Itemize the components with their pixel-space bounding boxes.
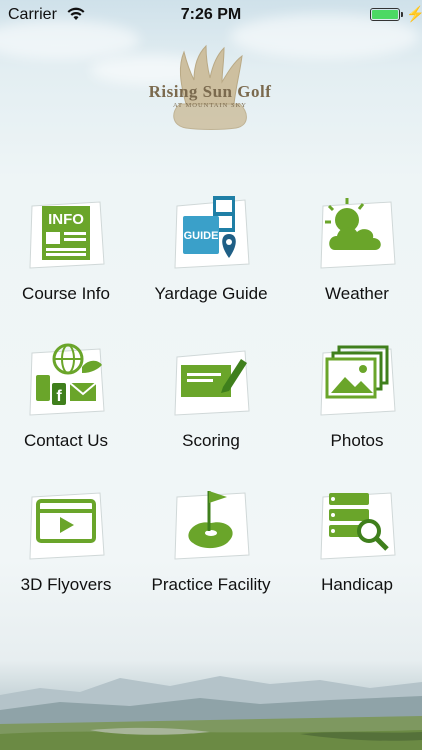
battery-icon: [370, 8, 400, 21]
weather-icon: [320, 198, 396, 269]
photos-icon: [320, 345, 396, 416]
menu-item-3d-flyovers[interactable]: 3D Flyovers: [0, 483, 136, 603]
info-icon: INFO: [29, 201, 105, 269]
menu-label-yardage-guide: Yardage Guide: [154, 284, 268, 303]
logo-subtitle: AT MOUNTAIN SKY: [173, 102, 247, 109]
app-screen: Carrier 7:26 PM ⚡ Rising Sun Golf AT MOU…: [0, 0, 422, 750]
menu-item-weather[interactable]: Weather: [287, 192, 422, 312]
menu-item-yardage-guide[interactable]: GUIDE Yardage Guide: [141, 192, 281, 312]
menu-item-contact-us[interactable]: f Contact Us: [0, 339, 136, 459]
menu-label-practice-facility: Practice Facility: [151, 575, 271, 594]
info-icon-text: INFO: [48, 211, 84, 228]
menu-item-course-info[interactable]: INFO Course Info: [0, 192, 136, 312]
contact-icon: f: [29, 343, 105, 416]
menu-label-3d-flyovers: 3D Flyovers: [20, 575, 112, 594]
svg-text:f: f: [56, 388, 62, 405]
battery-tip: [401, 12, 403, 17]
logo-title: Rising Sun Golf: [148, 82, 272, 101]
menu-label-course-info: Course Info: [22, 284, 110, 303]
clock-time: 7:26 PM: [180, 6, 242, 23]
menu-item-handicap[interactable]: Handicap: [287, 483, 422, 603]
mountain-landscape-background: [0, 676, 422, 750]
yardage-guide-icon: GUIDE: [174, 196, 250, 269]
rising-sun-golf-logo: Rising Sun Golf AT MOUNTAIN SKY: [130, 42, 290, 132]
practice-flag-icon: [174, 491, 250, 560]
menu-label-weather: Weather: [325, 284, 389, 303]
menu-label-scoring: Scoring: [182, 431, 240, 450]
menu-item-scoring[interactable]: Scoring: [141, 339, 281, 459]
scoring-icon: [174, 350, 250, 416]
charging-bolt-icon: ⚡: [406, 6, 422, 23]
menu-label-handicap: Handicap: [321, 575, 393, 594]
status-bar: Carrier 7:26 PM ⚡: [0, 0, 422, 30]
menu-item-practice-facility[interactable]: Practice Facility: [141, 483, 281, 603]
handicap-icon: [320, 492, 396, 560]
menu-label-photos: Photos: [330, 431, 384, 450]
video-icon: [29, 492, 105, 560]
menu-item-photos[interactable]: Photos: [287, 339, 422, 459]
menu-label-contact-us: Contact Us: [23, 431, 109, 450]
guide-icon-text: GUIDE: [184, 230, 219, 242]
